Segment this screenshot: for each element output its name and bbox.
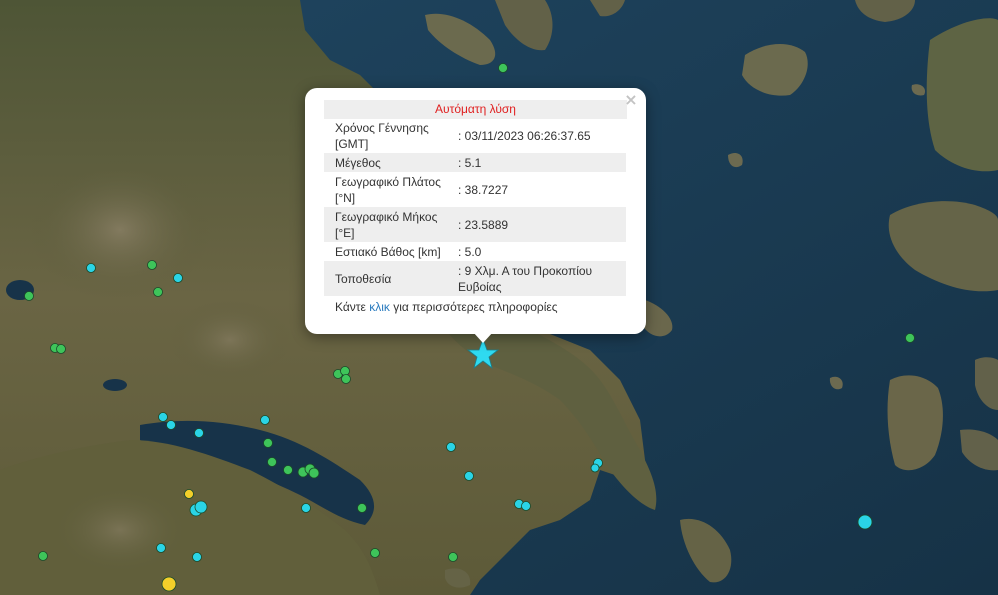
earthquake-marker-icon[interactable]	[24, 291, 34, 301]
latitude-label: Γεωγραφικό Πλάτος [°N]	[335, 174, 441, 205]
info-table: Χρόνος Γέννησης [GMT] : 03/11/2023 06:26…	[324, 119, 626, 296]
earthquake-marker-icon[interactable]	[448, 552, 458, 562]
depth-label: Εστιακό Βάθος [km]	[335, 244, 441, 259]
earthquake-marker-icon[interactable]	[158, 412, 168, 422]
earthquake-marker-icon[interactable]	[341, 374, 351, 384]
table-row: Γεωγραφικό Πλάτος [°N] : 38.7227	[324, 172, 626, 207]
earthquake-marker-icon[interactable]	[464, 471, 474, 481]
earthquake-marker-icon[interactable]	[192, 552, 202, 562]
mountain-shading	[30, 160, 210, 300]
popup-tip	[473, 332, 493, 343]
earthquake-marker-icon[interactable]	[260, 415, 270, 425]
table-row: Γεωγραφικό Μήκος [°E] : 23.5889	[324, 207, 626, 242]
table-row: Εστιακό Βάθος [km] : 5.0	[324, 242, 626, 261]
earthquake-marker-icon[interactable]	[166, 420, 176, 430]
earthquake-info-popup: × Αυτόματη λύση Χρόνος Γέννησης [GMT] : …	[305, 88, 646, 343]
more-info-suffix: για περισσότερες πληροφορίες	[389, 300, 558, 314]
earthquake-marker-icon[interactable]	[340, 366, 350, 376]
earthquake-marker-icon[interactable]	[161, 576, 177, 592]
earthquake-marker-icon[interactable]	[267, 457, 277, 467]
earthquake-marker-icon[interactable]	[308, 467, 320, 479]
longitude-value: : 23.5889	[454, 207, 626, 242]
east-land-1	[926, 18, 998, 172]
more-info-prefix: Κάντε	[335, 300, 370, 314]
table-row: Τοποθεσία : 9 Χλμ. Α του Προκοπίου Ευβοί…	[324, 261, 626, 296]
location-value: : 9 Χλμ. Α του Προκοπίου Ευβοίας	[454, 261, 626, 296]
earthquake-marker-icon[interactable]	[194, 428, 204, 438]
mountain-shading-3	[50, 485, 190, 575]
mountain-shading-2	[170, 300, 290, 380]
earthquake-marker-icon[interactable]	[86, 263, 96, 273]
more-info-link[interactable]: κλικ	[369, 300, 390, 314]
close-icon[interactable]: ×	[622, 91, 640, 109]
earthquake-marker-icon[interactable]	[153, 287, 163, 297]
earthquake-marker-icon[interactable]	[194, 500, 208, 514]
earthquake-marker-icon[interactable]	[263, 438, 273, 448]
earthquake-marker-icon[interactable]	[301, 503, 311, 513]
earthquake-marker-icon[interactable]	[184, 489, 194, 499]
earthquake-marker-icon[interactable]	[56, 344, 66, 354]
longitude-label: Γεωγραφικό Μήκος [°E]	[324, 207, 454, 242]
earthquake-marker-icon[interactable]	[156, 543, 166, 553]
table-row: Χρόνος Γέννησης [GMT] : 03/11/2023 06:26…	[324, 119, 626, 153]
earthquake-marker-icon[interactable]	[147, 260, 157, 270]
magnitude-label: Μέγεθος	[324, 153, 454, 172]
location-label: Τοποθεσία	[324, 261, 454, 296]
earthquake-marker-icon[interactable]	[370, 548, 380, 558]
magnitude-value: : 5.1	[454, 153, 626, 172]
earthquake-marker-icon[interactable]	[446, 442, 456, 452]
earthquake-marker-icon[interactable]	[38, 551, 48, 561]
origin-time-label: Χρόνος Γέννησης [GMT]	[335, 121, 429, 151]
earthquake-marker-icon[interactable]	[283, 465, 293, 475]
earthquake-marker-icon[interactable]	[590, 463, 600, 473]
depth-value: : 5.0	[458, 244, 482, 259]
earthquake-marker-icon[interactable]	[357, 503, 367, 513]
origin-time-value: : 03/11/2023 06:26:37.65	[458, 129, 591, 143]
earthquake-marker-icon[interactable]	[498, 63, 508, 73]
more-info-text: Κάντε κλικ για περισσότερες πληροφορίες	[324, 296, 627, 315]
table-row: Μέγεθος : 5.1	[324, 153, 626, 172]
lake-2	[103, 379, 127, 391]
earthquake-marker-icon[interactable]	[905, 333, 915, 343]
earthquake-marker-icon[interactable]	[857, 514, 873, 530]
popup-title: Αυτόματη λύση	[324, 100, 627, 119]
earthquake-marker-icon[interactable]	[521, 501, 531, 511]
earthquake-marker-icon[interactable]	[173, 273, 183, 283]
latitude-value: : 38.7227	[458, 182, 509, 197]
